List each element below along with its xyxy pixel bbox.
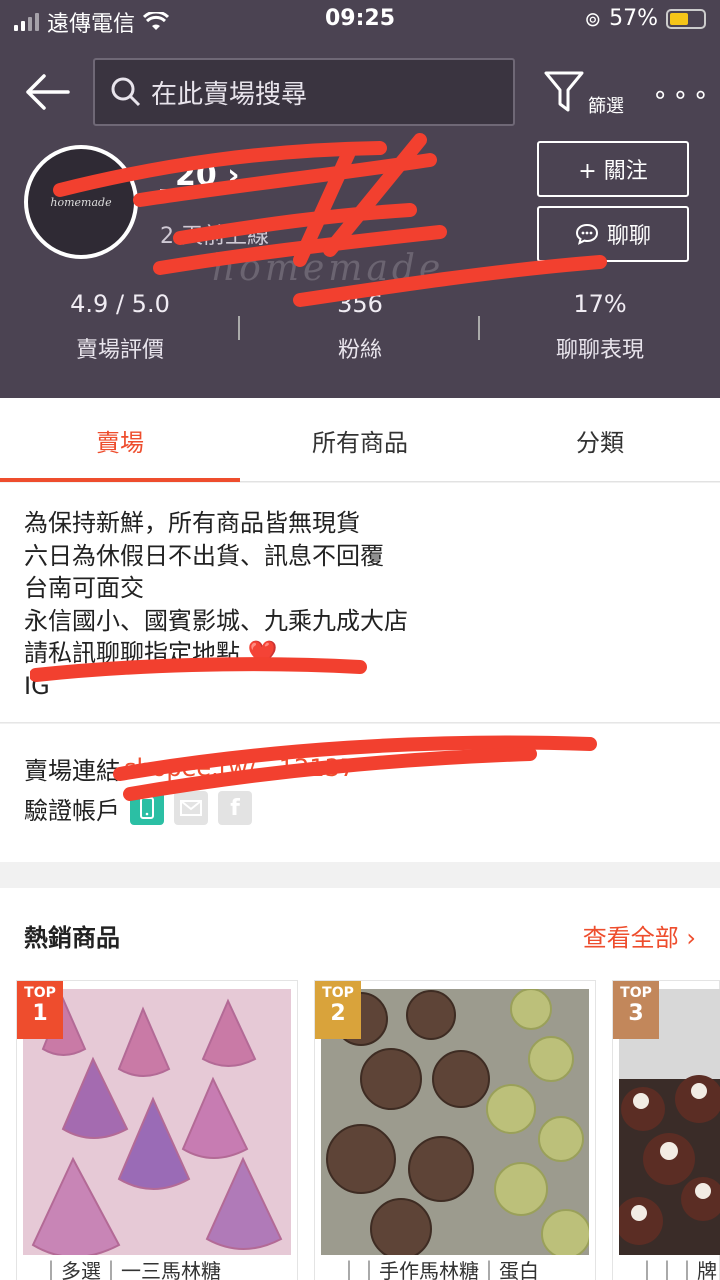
description-line: 請私訊聊聊指定地點 ❤️ [24,639,278,667]
description-line: 為保持新鮮，所有商品皆無現貨 [24,509,360,537]
top-rank-badge: TOP 2 [315,981,361,1039]
product-card[interactable]: TOP 2 ｜｜手作馬林糖｜蛋白 [314,980,596,1280]
search-input[interactable]: 在此賣場搜尋 [93,58,515,126]
shop-name[interactable]: _20 › [160,158,240,193]
stat-value: 17% [573,290,627,318]
stat-value: 4.9 / 5.0 [70,290,170,318]
last-online: 2 天前上線 [160,224,269,249]
shop-header: 遠傳電信 09:25 ⊚ 57% 在此賣場搜尋 篩選 ∘∘∘ homemade … [0,0,720,398]
stat-label: 聊聊表現 [555,338,644,363]
filter-label: 篩選 [588,96,624,117]
avatar-text: homemade [50,195,112,209]
shop-watermark: homemade [212,248,445,289]
phone-verified-icon [130,791,164,825]
verified-row: 驗證帳戶 f [24,788,696,828]
search-placeholder: 在此賣場搜尋 [151,79,308,110]
filter-button[interactable]: 篩選 [544,70,634,120]
product-image [23,989,291,1255]
top-rank-badge: TOP 3 [613,981,659,1039]
tab-all-products[interactable]: 所有商品 [240,398,480,482]
follow-button[interactable]: + 關注 [537,141,689,197]
shop-links: 賣場連結 shopee.tw/...12137 驗證帳戶 f [0,724,720,862]
description-line: 台南可面交 [24,574,144,602]
product-name: ｜多選｜一三馬林糖 [41,1259,221,1280]
tab-categories[interactable]: 分類 [480,398,720,482]
product-image [321,989,589,1255]
top-rank-badge: TOP 1 [17,981,63,1039]
stat-followers[interactable]: 356 粉絲 [240,290,480,370]
chat-bubble-icon [575,223,598,245]
email-unverified-icon [174,791,208,825]
shop-tabs: 賣場 所有商品 分類 [0,398,720,482]
shop-stats: 4.9 / 5.0 賣場評價 356 粉絲 17% 聊聊表現 [0,290,720,370]
facebook-unverified-icon: f [218,791,252,825]
rotation-lock-icon: ⊚ [584,6,602,31]
product-card[interactable]: TOP 3 ｜｜｜牌 [612,980,720,1280]
stat-value: 356 [337,290,383,318]
more-options-icon[interactable]: ∘∘∘ [652,80,713,110]
description-line: 六日為休假日不出貨、訊息不回覆 [24,541,384,570]
stat-rating[interactable]: 4.9 / 5.0 賣場評價 [0,290,240,370]
tab-shop[interactable]: 賣場 [0,398,240,482]
chevron-right-icon: › [227,158,240,193]
description-line: IG [24,671,50,700]
product-name: ｜｜｜牌 [637,1259,717,1280]
product-name: ｜｜手作馬林糖｜蛋白 [339,1259,539,1280]
shop-avatar[interactable]: homemade [24,145,138,259]
shop-description: 為保持新鮮，所有商品皆無現貨 六日為休假日不出貨、訊息不回覆 台南可面交 永信國… [0,483,720,723]
hot-products: 熱銷商品 查看全部 › TOP 1 ｜多選｜一三馬林糖 TOP 2 ｜｜手作馬林… [0,888,720,1280]
status-bar: 遠傳電信 09:25 ⊚ 57% [0,0,720,40]
chat-label: 聊聊 [606,224,651,249]
verified-label: 驗證帳戶 [24,796,120,825]
stat-label: 賣場評價 [75,338,164,363]
search-icon [111,77,141,107]
filter-icon [544,71,584,112]
stat-label: 粉絲 [337,338,382,363]
battery-percent: 57% [609,6,658,31]
section-title: 熱銷商品 [24,924,120,952]
shop-link-row: 賣場連結 shopee.tw/...12137 [24,748,696,788]
shop-link-url[interactable]: shopee.tw/...12137 [124,754,355,782]
view-all-link[interactable]: 查看全部 › [583,918,696,953]
stat-chat-performance[interactable]: 17% 聊聊表現 [480,290,720,370]
shop-link-label: 賣場連結 [24,756,120,785]
battery-icon [666,8,706,29]
product-card[interactable]: TOP 1 ｜多選｜一三馬林糖 [16,980,298,1280]
back-arrow-icon[interactable] [24,72,70,112]
chat-button[interactable]: 聊聊 [537,206,689,262]
description-line: 永信國小、國賓影城、九乘九成大店 [24,606,408,635]
shop-name-text: _20 [160,158,217,193]
